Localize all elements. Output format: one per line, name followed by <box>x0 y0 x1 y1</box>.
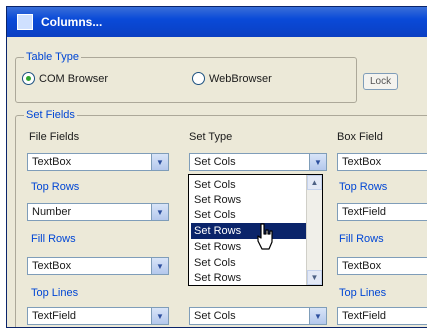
row-label-right-3: Top Lines <box>339 287 387 299</box>
window-title: Columns... <box>41 15 103 29</box>
listbox-option[interactable]: Set Cols <box>191 177 308 193</box>
column-header-set-type: Set Type <box>189 131 233 143</box>
file-field-dropdown-3[interactable]: TextBox ▼ <box>27 257 169 275</box>
row-label-right-1: Top Rows <box>339 181 388 193</box>
chevron-down-icon[interactable]: ▼ <box>151 258 168 274</box>
listbox-option[interactable]: Set Rows <box>191 270 308 286</box>
chevron-down-icon[interactable]: ▼ <box>151 204 168 220</box>
radio-com-browser[interactable]: COM Browser <box>22 72 108 85</box>
column-header-file-fields: File Fields <box>29 131 80 143</box>
listbox-option-selected[interactable]: Set Rows <box>191 223 308 239</box>
set-type-dropdown-2[interactable]: Set Cols ▼ <box>189 307 327 325</box>
field-value: TextField <box>342 206 387 218</box>
radio-dot <box>22 72 35 85</box>
mouse-pointer-icon <box>257 223 273 250</box>
radio-dot <box>192 72 205 85</box>
radio-com-browser-label: COM Browser <box>39 72 109 85</box>
column-header-box-field: Box Field <box>337 131 383 143</box>
chevron-down-icon[interactable]: ▼ <box>151 154 168 170</box>
listbox-option[interactable]: Set Rows <box>191 239 308 255</box>
dropdown-value: Set Cols <box>194 156 236 168</box>
field-value: TextBox <box>342 156 382 168</box>
app-icon <box>17 14 33 30</box>
field-value: TextField <box>342 310 387 322</box>
listbox-option[interactable]: Set Cols <box>191 207 308 223</box>
dropdown-value: Set Cols <box>194 310 236 322</box>
file-field-dropdown-2[interactable]: Number ▼ <box>27 203 169 221</box>
row-label-2: Fill Rows <box>31 233 76 245</box>
scroll-down-icon[interactable]: ▼ <box>307 270 322 285</box>
listbox-option[interactable]: Set Cols <box>191 255 308 271</box>
radio-webbrowser[interactable]: WebBrowser <box>192 72 272 85</box>
table-type-group: Table Type COM Browser WebBrowser <box>15 51 357 103</box>
chevron-down-icon[interactable]: ▼ <box>151 308 168 324</box>
dropdown-value: TextField <box>32 310 77 322</box>
title-bar[interactable]: Columns... <box>7 7 427 37</box>
chevron-down-icon[interactable]: ▼ <box>309 154 326 170</box>
dropdown-value: Number <box>32 206 72 218</box>
listbox-option[interactable]: Set Rows <box>191 192 308 208</box>
box-field-input-2[interactable]: TextField <box>337 203 427 221</box>
file-field-dropdown-1[interactable]: TextBox ▼ <box>27 153 169 171</box>
table-type-caption: Table Type <box>24 51 82 63</box>
radio-webbrowser-label: WebBrowser <box>209 72 272 85</box>
row-label-3: Top Lines <box>31 287 79 299</box>
row-label-right-2: Fill Rows <box>339 233 384 245</box>
set-fields-caption: Set Fields <box>24 109 77 121</box>
dropdown-value: TextBox <box>32 260 72 272</box>
field-value: TextBox <box>342 260 382 272</box>
listbox-scrollbar[interactable]: ▲ ▼ <box>306 175 322 285</box>
box-field-input-1[interactable]: TextBox <box>337 153 427 171</box>
box-field-input-4[interactable]: TextField <box>337 307 427 325</box>
lock-button[interactable]: Lock <box>363 73 399 90</box>
set-type-dropdown-1[interactable]: Set Cols ▼ <box>189 153 327 171</box>
row-label-1: Top Rows <box>31 181 80 193</box>
dropdown-value: TextBox <box>32 156 72 168</box>
scroll-up-icon[interactable]: ▲ <box>307 175 322 190</box>
file-field-dropdown-4[interactable]: TextField ▼ <box>27 307 169 325</box>
box-field-input-3[interactable]: TextBox <box>337 257 427 275</box>
chevron-down-icon[interactable]: ▼ <box>309 308 326 324</box>
